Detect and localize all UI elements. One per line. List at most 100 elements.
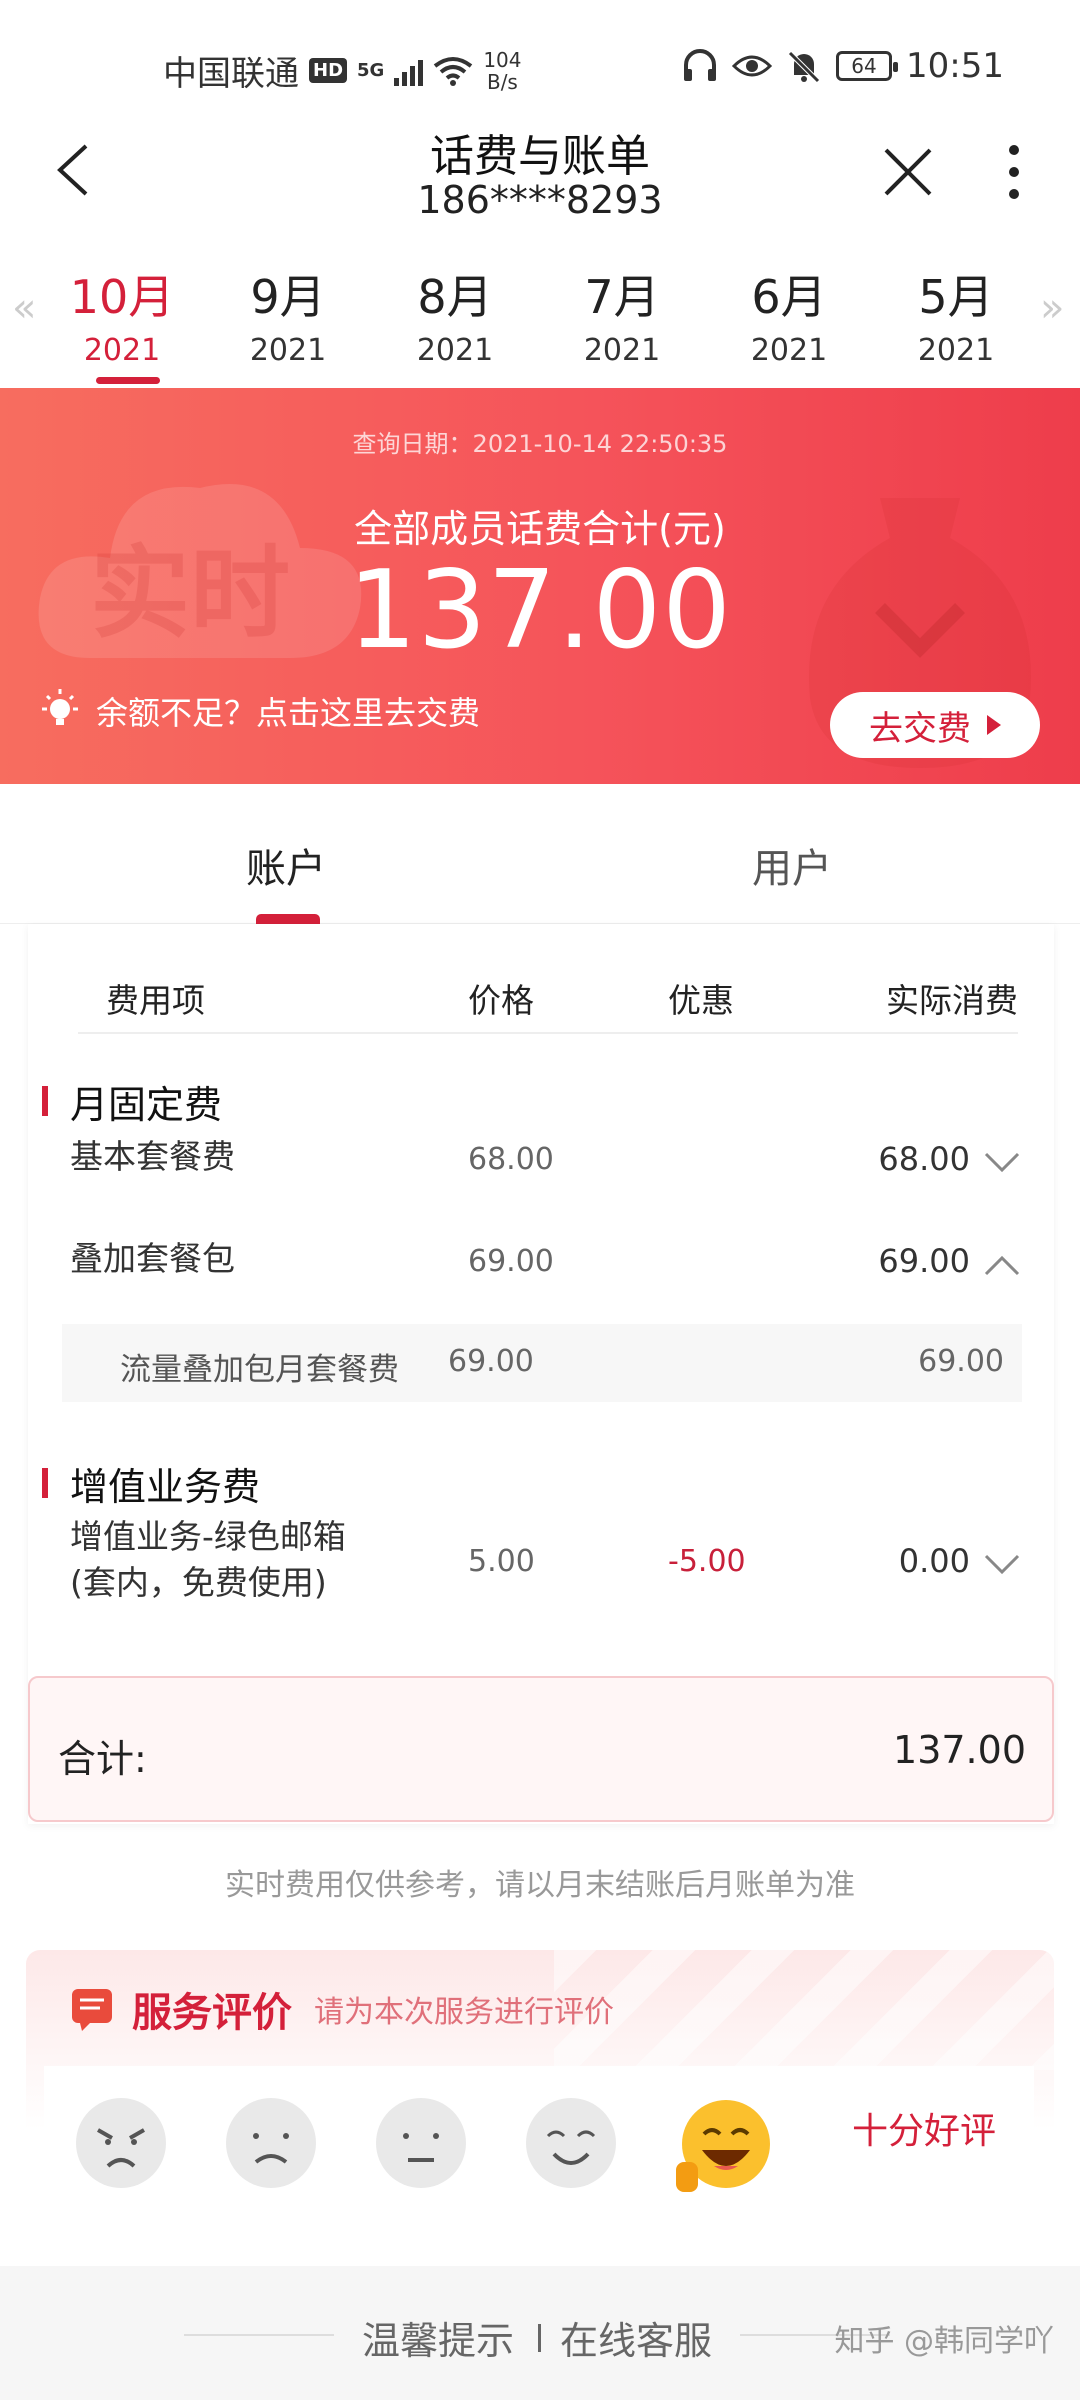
- header-actual: 实际消费: [886, 981, 1018, 1020]
- year-label: 2021: [83, 333, 161, 368]
- link-separator: [538, 2324, 541, 2352]
- row-actual: 69.00: [878, 1242, 970, 1280]
- row-name-line1: 增值业务-绿色邮箱: [70, 1517, 346, 1556]
- section-marker: [42, 1468, 48, 1498]
- table-header: 费用项 价格 优惠 实际消费: [78, 974, 1018, 1034]
- bottom-bar: 温馨提示 在线客服 知乎 @韩同学吖: [0, 2266, 1080, 2400]
- chevron-up-icon[interactable]: [982, 1252, 1022, 1278]
- month-label: 5月: [918, 270, 994, 324]
- section-title: 增值业务费: [70, 1465, 261, 1509]
- rating-title: 服务评价: [132, 1990, 292, 2036]
- row-price: 68.00: [468, 1142, 554, 1177]
- tab-user[interactable]: 用户: [752, 836, 832, 894]
- rating-panel: 十分好评: [44, 2066, 1034, 2250]
- month-tabs: « 10月 2021 9月 2021 8月 2021 7月 2021 6月 20…: [0, 255, 1080, 390]
- month-tab-5[interactable]: 5月 2021: [886, 261, 1026, 368]
- month-label: 8月: [417, 270, 493, 324]
- chevron-down-icon[interactable]: [982, 1150, 1022, 1176]
- month-label: 9月: [250, 270, 326, 324]
- year-label: 2021: [750, 333, 828, 368]
- rating-subtitle: 请为本次服务进行评价: [314, 1995, 614, 2030]
- header-price: 价格: [468, 981, 534, 1020]
- year-label: 2021: [416, 333, 494, 368]
- status-right: 64 10:51: [682, 46, 1004, 86]
- row-actual: 0.00: [898, 1542, 970, 1580]
- hd-badge: HD: [309, 58, 348, 83]
- month-tab-7[interactable]: 7月 2021: [552, 261, 692, 368]
- month-tab-9[interactable]: 9月 2021: [218, 261, 358, 368]
- rating-header: 服务评价 请为本次服务进行评价: [70, 1980, 614, 2038]
- service-rating-card: 服务评价 请为本次服务进行评价 十分好评: [26, 1950, 1054, 2250]
- signal-icon: [394, 56, 424, 86]
- total-amount: 137.00: [348, 548, 732, 673]
- comment-icon: [72, 1989, 112, 2031]
- tips-link[interactable]: 温馨提示: [362, 2310, 514, 2365]
- battery-icon: 64: [836, 51, 899, 81]
- month-label: 10月: [69, 270, 175, 324]
- clock: 10:51: [906, 46, 1004, 86]
- status-left: 中国联通 HD 5G 104 B/s: [163, 46, 522, 95]
- lightbulb-icon: [42, 689, 78, 725]
- tip-text: 余额不足？点击这里去交费: [96, 694, 481, 732]
- year-label: 2021: [583, 333, 661, 368]
- total-label: 全部成员话费合计(元): [354, 507, 726, 551]
- row-name: 基本套餐费: [70, 1137, 235, 1176]
- sad-face-icon[interactable]: [224, 2096, 318, 2190]
- tab-account[interactable]: 账户: [246, 836, 326, 894]
- month-tab-10[interactable]: 10月 2021: [52, 261, 192, 384]
- month-label: 7月: [584, 270, 660, 324]
- divider-line: [184, 2334, 334, 2336]
- total-row-value: 137.00: [893, 1728, 1026, 1772]
- stripe-decoration: [554, 1950, 1054, 2070]
- rating-result: 十分好评: [851, 2111, 996, 2152]
- table-row[interactable]: 基本套餐费 68.00 68.00: [70, 1134, 1030, 1194]
- year-label: 2021: [917, 333, 995, 368]
- angry-face-icon[interactable]: [74, 2096, 168, 2190]
- total-row-label: 合计:: [58, 1737, 147, 1781]
- scroll-right-icon[interactable]: »: [1040, 285, 1064, 331]
- row-name: 叠加套餐包: [70, 1239, 235, 1278]
- chevron-down-icon[interactable]: [982, 1552, 1022, 1578]
- account-user-tabs: 账户 用户: [0, 784, 1080, 924]
- month-label: 6月: [751, 270, 827, 324]
- row-actual: 68.00: [878, 1140, 970, 1178]
- subrow-name: 流量叠加包月套餐费: [120, 1352, 399, 1388]
- speed-unit: B/s: [486, 69, 518, 94]
- more-icon[interactable]: [990, 140, 1038, 204]
- header-discount: 优惠: [668, 981, 734, 1020]
- month-tab-8[interactable]: 8月 2021: [385, 261, 525, 368]
- query-date: 查询日期：2021-10-14 22:50:35: [352, 430, 728, 458]
- headphones-icon: [684, 49, 717, 81]
- low-balance-tip[interactable]: 余额不足？点击这里去交费: [40, 688, 480, 734]
- subrow-price: 69.00: [448, 1344, 534, 1379]
- scroll-left-icon[interactable]: «: [12, 285, 36, 331]
- bell-mute-icon: [788, 51, 820, 83]
- online-service-link[interactable]: 在线客服: [560, 2310, 712, 2365]
- total-row: 合计: 137.00: [28, 1676, 1054, 1822]
- bill-summary-banner: 实时 查询日期：2021-10-14 22:50:35 全部成员话费合计(元) …: [0, 388, 1080, 784]
- section-title: 月固定费: [70, 1083, 223, 1127]
- fee-table-card: 费用项 价格 优惠 实际消费 月固定费 基本套餐费 68.00 68.00 叠加…: [28, 924, 1054, 1824]
- table-row[interactable]: 增值业务-绿色邮箱 (套内，免费使用) 5.00 -5.00 0.00: [70, 1514, 1030, 1614]
- year-label: 2021: [249, 333, 327, 368]
- network-type: 5G: [357, 60, 385, 81]
- row-price: 69.00: [468, 1244, 554, 1279]
- carrier-label: 中国联通: [163, 54, 299, 94]
- row-name: 增值业务-绿色邮箱 (套内，免费使用): [70, 1514, 346, 1606]
- network-speed: 104 B/s: [483, 49, 521, 93]
- laughing-face-icon[interactable]: [674, 2096, 774, 2196]
- pay-button[interactable]: 去交费: [830, 692, 1040, 758]
- watermark: 知乎 @韩同学吖: [834, 2324, 1054, 2359]
- row-name-line2: (套内，免费使用): [70, 1563, 327, 1602]
- sub-row: 流量叠加包月套餐费 69.00 69.00: [62, 1324, 1022, 1402]
- close-icon[interactable]: [876, 140, 940, 204]
- section-marker: [42, 1086, 48, 1116]
- header-item: 费用项: [106, 981, 205, 1020]
- table-row[interactable]: 叠加套餐包 69.00 69.00: [70, 1236, 1030, 1296]
- smile-face-icon[interactable]: [524, 2096, 618, 2190]
- play-arrow-icon: [987, 715, 1001, 735]
- app-header: 话费与账单 186****8293: [0, 110, 1080, 240]
- month-tab-6[interactable]: 6月 2021: [719, 261, 859, 368]
- neutral-face-icon[interactable]: [374, 2096, 468, 2190]
- active-tab-indicator: [256, 914, 320, 924]
